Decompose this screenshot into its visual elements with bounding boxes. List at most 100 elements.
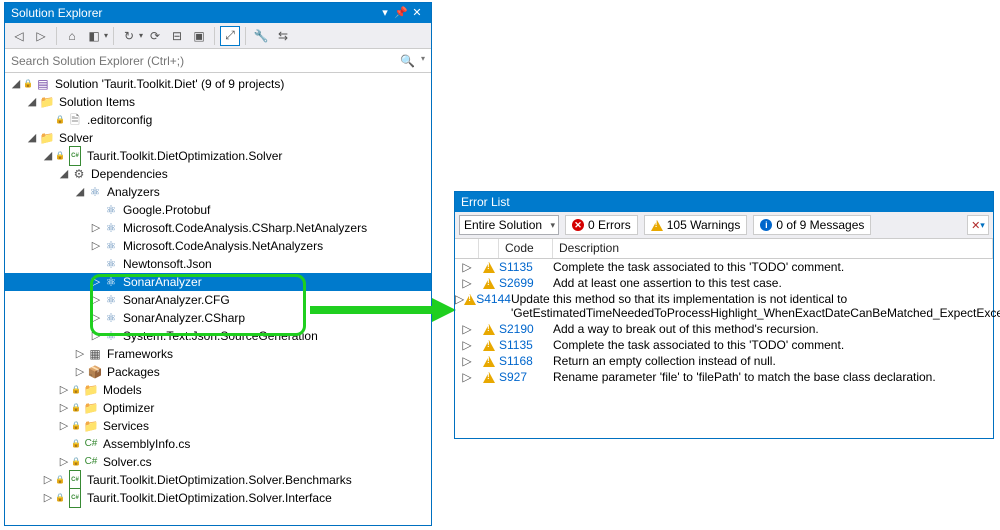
properties-icon[interactable]: 🔧 [251,26,271,46]
scope-dropdown[interactable]: Entire Solution [459,215,559,235]
preview-selected-icon[interactable]: ⤢ [220,26,240,46]
expand-icon[interactable]: ▷ [41,471,55,489]
tree-node[interactable]: ▷🔒C#Taurit.Toolkit.DietOptimization.Solv… [5,471,431,489]
tree-node[interactable]: ▷🔒C#Taurit.Toolkit.DietOptimization.Solv… [5,489,431,507]
expand-icon[interactable]: ▷ [455,354,479,368]
tree-node[interactable]: ▷📦Packages [5,363,431,381]
expand-icon[interactable]: ▷ [89,291,103,309]
separator [214,27,215,45]
build-intellisense-filter-button[interactable]: ✕▾ [967,215,989,235]
tree-node[interactable]: ◢⚛Analyzers [5,183,431,201]
errors-filter-button[interactable]: ✕ 0 Errors [565,215,638,235]
collapse-icon[interactable]: ◢ [9,75,23,93]
solution-explorer-titlebar[interactable]: Solution Explorer ▾ 📌 ✕ [5,3,431,23]
messages-filter-button[interactable]: i 0 of 9 Messages [753,215,871,235]
error-list-title[interactable]: Error List [455,192,993,212]
expand-icon[interactable]: ▷ [41,489,55,507]
warnings-count-label: 105 Warnings [667,218,741,232]
expand-icon[interactable]: ▷ [89,219,103,237]
expand-icon[interactable]: ▷ [57,417,71,435]
tree-node[interactable]: ▷▦Frameworks [5,345,431,363]
error-code-link[interactable]: S2699 [499,276,553,290]
pin-icon[interactable]: 📌 [393,3,409,23]
nav-forward-icon[interactable]: ▷ [31,26,51,46]
switch-views-icon[interactable]: ◧ [84,26,104,46]
expand-icon[interactable]: ▷ [455,338,479,352]
header-expand[interactable] [455,239,479,258]
expand-icon[interactable]: ▷ [57,399,71,417]
expand-icon[interactable]: ▷ [89,273,103,291]
tree-node[interactable]: ▷🔒🗎.editorconfig [5,111,431,129]
tree-node[interactable]: ◢🔒C#Taurit.Toolkit.DietOptimization.Solv… [5,147,431,165]
collapse-icon[interactable]: ◢ [57,165,71,183]
tree-node[interactable]: ◢📁Solver [5,129,431,147]
tree-node[interactable]: ▷⚛SonarAnalyzer [5,273,431,291]
dropdown-icon[interactable]: ▾ [421,54,425,68]
error-code-link[interactable]: S4144 [476,292,511,306]
tree-node[interactable]: ▷⚛Microsoft.CodeAnalysis.CSharp.NetAnaly… [5,219,431,237]
tree-node[interactable]: ▷🔒📁Optimizer [5,399,431,417]
error-code-link[interactable]: S1135 [499,260,553,274]
tree-node[interactable]: ▷🔒📁Services [5,417,431,435]
search-icon[interactable]: 🔍 [400,54,415,68]
error-code-link[interactable]: S2190 [499,322,553,336]
expand-icon[interactable]: ▷ [455,322,479,336]
collapse-icon[interactable]: ◢ [25,93,39,111]
error-row[interactable]: ▷S927Rename parameter 'file' to 'filePat… [455,369,993,385]
collapse-icon[interactable]: ◢ [73,183,87,201]
expand-icon[interactable]: ▷ [57,453,71,471]
tree-node[interactable]: ▷⚛Newtonsoft.Json [5,255,431,273]
tree-node[interactable]: ▷⚛Google.Protobuf [5,201,431,219]
dropdown-icon[interactable]: ▾ [104,31,108,40]
window-options-icon[interactable]: ▾ [377,3,393,23]
error-code-link[interactable]: S927 [499,370,553,384]
close-icon[interactable]: ✕ [409,3,425,23]
home-icon[interactable]: ⌂ [62,26,82,46]
error-row[interactable]: ▷S2190Add a way to break out of this met… [455,321,993,337]
error-code-link[interactable]: S1135 [499,338,553,352]
expand-icon[interactable]: ▷ [455,276,479,290]
error-row[interactable]: ▷S1135Complete the task associated to th… [455,259,993,275]
expand-icon[interactable]: ▷ [89,237,103,255]
expand-icon[interactable]: ▷ [455,292,464,306]
arrow-icon [308,298,456,325]
scope-label: Entire Solution [464,218,542,232]
header-description[interactable]: Description [553,239,993,258]
error-row[interactable]: ▷S2699Add at least one assertion to this… [455,275,993,291]
dropdown-icon[interactable]: ▾ [139,31,143,40]
header-severity[interactable] [479,239,499,258]
tree-node[interactable]: ▷🔒C#Solver.cs [5,453,431,471]
tree-node[interactable]: ▷🔒📁Models [5,381,431,399]
tree-node[interactable]: ▷⚛Microsoft.CodeAnalysis.NetAnalyzers [5,237,431,255]
expand-icon[interactable]: ▷ [73,345,87,363]
expand-icon[interactable]: ▷ [455,260,479,274]
warnings-filter-button[interactable]: 105 Warnings [644,215,748,235]
tree-node[interactable]: ▷🔒C#AssemblyInfo.cs [5,435,431,453]
sync-icon[interactable]: ↻ [119,26,139,46]
error-row[interactable]: ▷S1135Complete the task associated to th… [455,337,993,353]
error-row[interactable]: ▷S4144Update this method so that its imp… [455,291,993,321]
header-code[interactable]: Code [499,239,553,258]
error-list-header[interactable]: Code Description [455,239,993,259]
tree-node[interactable]: ▷⚛System.Text.Json.SourceGeneration [5,327,431,345]
tree-node-label: Solution 'Taurit.Toolkit.Diet' (9 of 9 p… [55,75,284,93]
collapse-icon[interactable]: ◢ [41,147,55,165]
collapse-all-icon[interactable]: ⊟ [167,26,187,46]
error-row[interactable]: ▷S1168Return an empty collection instead… [455,353,993,369]
search-input[interactable] [5,54,394,68]
show-all-icon[interactable]: ▣ [189,26,209,46]
expand-icon[interactable]: ▷ [455,370,479,384]
expand-icon[interactable]: ▷ [73,363,87,381]
tree-node[interactable]: ◢⚙Dependencies [5,165,431,183]
separator [56,27,57,45]
refresh-icon[interactable]: ⟳ [145,26,165,46]
expand-icon[interactable]: ▷ [89,309,103,327]
nav-back-icon[interactable]: ◁ [9,26,29,46]
tree-node[interactable]: ◢🔒▤Solution 'Taurit.Toolkit.Diet' (9 of … [5,75,431,93]
collapse-icon[interactable]: ◢ [25,129,39,147]
error-code-link[interactable]: S1168 [499,354,553,368]
expand-icon[interactable]: ▷ [57,381,71,399]
preview-icon[interactable]: ⇆ [273,26,293,46]
expand-icon[interactable]: ▷ [89,327,103,345]
tree-node[interactable]: ◢📁Solution Items [5,93,431,111]
